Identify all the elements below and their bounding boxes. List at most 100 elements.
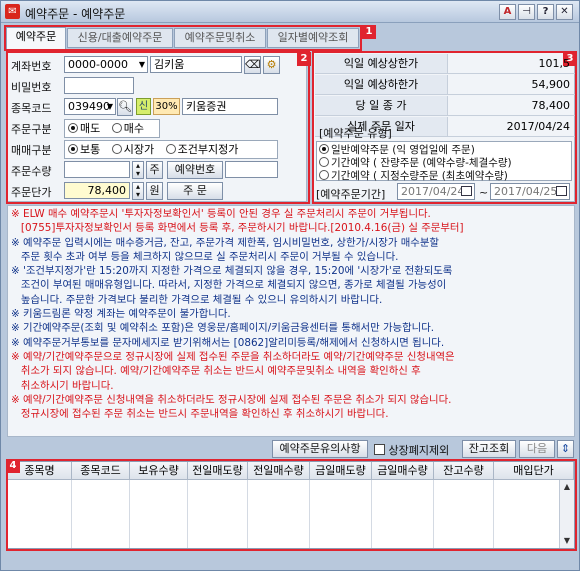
- notice-order-check: ※ 예약주문 입력시에는 매수증거금, 잔고, 주문가격 제한폭, 임시비밀번호…: [11, 236, 439, 263]
- period-specified-label: 기간예약 ( 지정수량주문 (최초예약수량): [331, 170, 508, 182]
- price-unit-button[interactable]: 원: [146, 182, 163, 200]
- help-icon[interactable]: ?: [537, 4, 554, 20]
- period-separator: ~: [479, 186, 489, 199]
- chevron-down-icon: ▼: [106, 102, 113, 111]
- notice-cancel-reservation: ※ 예약/기간예약주문으로 정규시장에 실제 접수된 주문을 취소하더라도 예약…: [11, 350, 455, 392]
- notice-dream-loan: ※ 키움드림론 약정 계좌는 예약주문이 불가합니다.: [11, 308, 231, 321]
- radio-market-label: 시장가: [123, 143, 155, 156]
- kiwoom-logo-icon: ✉: [5, 4, 20, 19]
- notice-sms: ※ 예약주문거부통보를 문자메세지로 받기위해서는 [0862]알리미등록/해제…: [11, 336, 445, 349]
- close-price-value: 78,400: [531, 99, 571, 112]
- pin-icon[interactable]: ⊣: [518, 4, 535, 20]
- window-title: 예약주문 - 예약주문: [25, 7, 126, 21]
- notice-conditional-limit: ※ '조건부지정가'란 15:20까지 지정한 가격으로 체결되지 않을 경우,…: [11, 265, 453, 306]
- radio-buy-dot: [111, 123, 122, 133]
- trade-type-label: 매매구분: [11, 144, 52, 157]
- order-type-label: 주문구분: [11, 123, 52, 136]
- order-type-group: 매도 매수: [64, 119, 160, 138]
- marker-4: 4: [6, 459, 20, 473]
- notice-area: ※ ELW 매수 예약주문시 '투자자정보확인서' 등록이 안된 경우 실 주문…: [7, 205, 575, 437]
- account-label: 계좌번호: [11, 60, 52, 73]
- chevron-down-icon: ▼: [138, 60, 145, 69]
- info-row-lower-limit: 익일 예상하한가 54,900: [315, 75, 575, 95]
- info-row-upper-limit: 익일 예상상한가 101,5: [315, 54, 575, 74]
- radio-buy-label: 매수: [123, 122, 144, 135]
- period-to-value: 2017/04/25: [494, 185, 558, 198]
- radio-market[interactable]: 시장가: [111, 143, 155, 156]
- notice-period-channels: ※ 기간예약주문(조회 및 예약취소 포함)은 영웅문/홈페이지/키움금융센터를…: [11, 322, 435, 335]
- delisted-exclude-label: 상장폐지제외: [388, 444, 450, 457]
- account-value: 0000-0000: [68, 58, 128, 71]
- quantity-unit-button[interactable]: 주: [146, 161, 163, 179]
- radio-normal[interactable]: 보통: [68, 143, 100, 156]
- eraser-icon[interactable]: ⌫: [244, 56, 261, 74]
- radio-sell-label: 매도: [80, 122, 101, 135]
- checkbox-box: [374, 444, 385, 455]
- reservation-number-input[interactable]: [225, 161, 278, 178]
- marker-1: 1: [362, 25, 376, 39]
- radio-period-remaining-dot: [319, 157, 329, 167]
- price-input[interactable]: 78,400: [64, 182, 130, 199]
- radio-sell[interactable]: 매도: [68, 122, 100, 135]
- account-select[interactable]: 0000-0000 ▼: [64, 56, 148, 73]
- period-to-input[interactable]: 2017/04/25: [490, 183, 570, 200]
- radio-normal-dot: [68, 144, 78, 154]
- tab-highlight: [4, 25, 362, 51]
- balance-inquiry-button[interactable]: 잔고조회: [462, 440, 516, 458]
- reservation-type-title: [예약주문 유형]: [319, 127, 392, 140]
- quantity-input[interactable]: [64, 161, 130, 178]
- radio-conditional-dot: [165, 144, 176, 154]
- radio-conditional-label: 조건부지정가: [177, 143, 239, 156]
- price-stepper[interactable]: ▴ ▾: [132, 182, 144, 200]
- close-icon[interactable]: ✕: [556, 4, 573, 20]
- font-icon[interactable]: A: [499, 4, 516, 20]
- account-name-field: 김키움: [150, 56, 242, 73]
- stock-code-label: 종목코드: [11, 102, 52, 115]
- sort-arrows-icon[interactable]: ⇕: [557, 440, 574, 458]
- lower-limit-label: 익일 예상하한가: [315, 75, 448, 94]
- period-label: [예약주문기간]: [316, 188, 386, 201]
- margin-rate-badge: 30%: [153, 98, 180, 115]
- title-bar: ✉ 예약주문 - 예약주문 A ⊣ ? ✕: [1, 1, 579, 23]
- next-button[interactable]: 다음: [519, 440, 555, 458]
- calendar-icon: [556, 186, 567, 196]
- reservation-order-window: ✉ 예약주문 - 예약주문 A ⊣ ? ✕ 예약주문 신용/대출예약주문 예약주…: [0, 0, 580, 571]
- lower-limit-value: 54,900: [531, 78, 571, 91]
- info-row-close-price: 당 일 종 가 78,400: [315, 96, 575, 116]
- calendar-icon: [461, 186, 472, 196]
- trade-type-group: 보통 시장가 조건부지정가: [64, 140, 278, 159]
- grid-highlight: [6, 459, 577, 551]
- delisted-exclude-checkbox[interactable]: 상장폐지제외: [374, 442, 449, 458]
- price-label: 주문단가: [11, 186, 52, 199]
- notice-elw: ※ ELW 매수 예약주문시 '투자자정보확인서' 등록이 안된 경우 실 주문…: [11, 208, 464, 235]
- order-submit-button[interactable]: 주 문: [167, 182, 223, 200]
- radio-buy[interactable]: 매수: [111, 122, 144, 135]
- password-label: 비밀번호: [11, 81, 52, 94]
- radio-normal-label: 보통: [80, 143, 101, 156]
- notice-cancel-market: ※ 예약/기간예약주문 신청내역을 취소하더라도 정규시장에 실제 접수된 주문…: [11, 393, 452, 421]
- credit-badge: 신: [136, 98, 151, 115]
- radio-sell-dot: [68, 123, 78, 133]
- radio-period-specified[interactable]: 기간예약 ( 지정수량주문 (최초예약수량): [319, 168, 508, 183]
- settings-gear-icon[interactable]: ⚙: [263, 56, 280, 74]
- upper-limit-value: 101,5: [538, 57, 571, 70]
- radio-market-dot: [111, 144, 122, 154]
- search-icon[interactable]: 🔍︎: [117, 98, 133, 116]
- order-date-value: 2017/04/24: [506, 120, 570, 133]
- close-price-label: 당 일 종 가: [315, 96, 448, 115]
- upper-limit-label: 익일 예상상한가: [315, 54, 448, 73]
- reservation-number-button[interactable]: 예약번호: [167, 161, 223, 179]
- radio-general-dot: [319, 144, 329, 154]
- period-from-value: 2017/04/24: [401, 185, 465, 198]
- stock-code-value: 039490: [68, 100, 110, 113]
- radio-period-specified-dot: [319, 170, 329, 180]
- marker-2: 2: [297, 52, 311, 66]
- password-input[interactable]: [64, 77, 134, 94]
- stock-name-field: 키움증권: [182, 98, 278, 115]
- quantity-label: 주문수량: [11, 165, 52, 178]
- period-from-input[interactable]: 2017/04/24: [397, 183, 475, 200]
- reservation-notice-button[interactable]: 예약주문유의사항: [272, 440, 368, 458]
- radio-conditional-limit[interactable]: 조건부지정가: [165, 143, 239, 156]
- stock-code-input[interactable]: 039490 ▼: [64, 98, 116, 115]
- quantity-stepper[interactable]: ▴ ▾: [132, 161, 144, 179]
